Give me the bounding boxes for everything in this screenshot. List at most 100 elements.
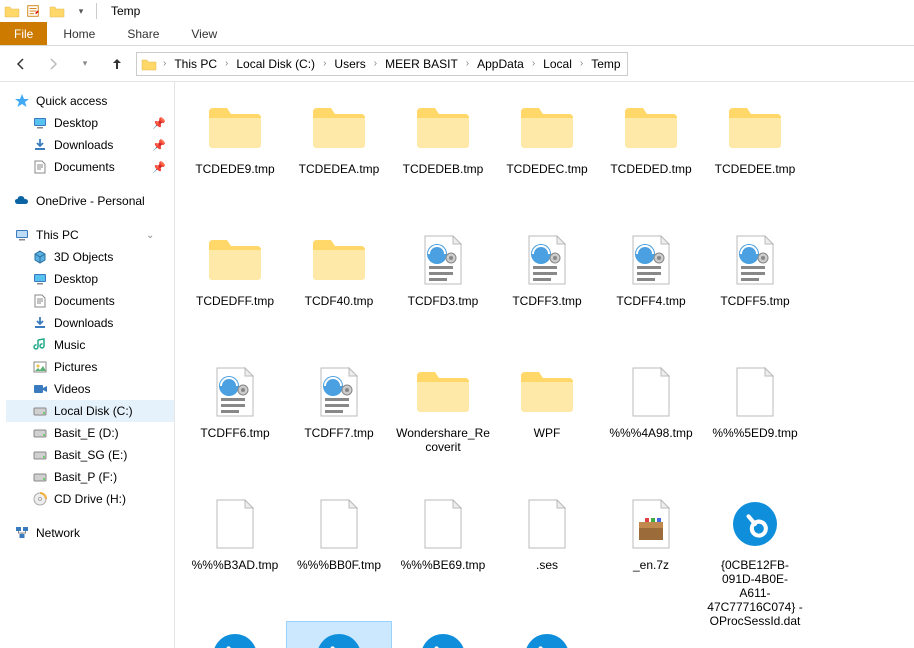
file-item[interactable]: .ses xyxy=(495,490,599,622)
sidebar-thispc-item[interactable]: Music xyxy=(6,334,174,356)
ribbon-tab-home[interactable]: Home xyxy=(47,22,111,45)
sidebar-label: OneDrive - Personal xyxy=(36,194,145,208)
breadcrumb-user[interactable]: MEER BASIT xyxy=(383,57,460,71)
chevron-icon[interactable]: › xyxy=(159,58,170,69)
file-item-label: TCDFF3.tmp xyxy=(512,294,581,308)
ribbon-tab-file[interactable]: File xyxy=(0,22,47,45)
chevron-icon[interactable]: › xyxy=(221,58,232,69)
file-item[interactable]: %%%B3AD.tmp xyxy=(183,490,287,622)
sidebar-network[interactable]: Network xyxy=(6,522,174,544)
file-item-label: TCDFF6.tmp xyxy=(200,426,269,440)
sidebar-item-label: Basit_P (F:) xyxy=(54,470,117,484)
file-item[interactable]: TCDFF4.tmp xyxy=(599,226,703,358)
sidebar-onedrive[interactable]: OneDrive - Personal xyxy=(6,190,174,212)
qat-newfolder-button[interactable] xyxy=(46,1,68,21)
sidebar-quick-item[interactable]: Documents 📌 xyxy=(6,156,174,178)
file-item[interactable]: {0CBE12FB-091D-4B0E-A611-47C77716C074} -… xyxy=(703,490,807,622)
sidebar-label: Network xyxy=(36,526,80,540)
drive-icon xyxy=(32,469,48,485)
sidebar-quick-item[interactable]: Downloads 📌 xyxy=(6,134,174,156)
ribbon-tab-view[interactable]: View xyxy=(175,22,233,45)
sidebar-quick-access[interactable]: Quick access xyxy=(6,90,174,112)
file-item[interactable]: %%%5ED9.tmp xyxy=(703,358,807,490)
file-item[interactable]: TCDEDE9.tmp xyxy=(183,94,287,226)
sidebar-thispc-item[interactable]: Local Disk (C:) xyxy=(6,400,174,422)
breadcrumb-temp[interactable]: Temp xyxy=(589,57,622,71)
blank-icon xyxy=(207,496,263,552)
ribbon-tab-share[interactable]: Share xyxy=(111,22,175,45)
nav-back-button[interactable] xyxy=(8,51,34,77)
pin-icon: 📌 xyxy=(152,117,166,130)
sidebar-thispc-item[interactable]: Basit_E (D:) xyxy=(6,422,174,444)
file-item[interactable]: TCDEDFF.tmp xyxy=(183,226,287,358)
file-item[interactable]: TCDFF7.tmp xyxy=(287,358,391,490)
breadcrumb-this-pc[interactable]: This PC xyxy=(172,57,219,71)
file-item[interactable]: _en.7z xyxy=(599,490,703,622)
breadcrumb-localdisk[interactable]: Local Disk (C:) xyxy=(234,57,317,71)
chevron-down-icon[interactable]: ⌄ xyxy=(146,230,154,241)
file-item-label: TCDFF7.tmp xyxy=(304,426,373,440)
sidebar-item-label: Desktop xyxy=(54,272,98,286)
nav-up-button[interactable] xyxy=(104,51,130,77)
file-item[interactable]: TCDEDEB.tmp xyxy=(391,94,495,226)
ribbon-tabs: File Home Share View xyxy=(0,22,914,46)
sidebar-thispc-item[interactable]: Downloads xyxy=(6,312,174,334)
file-item[interactable]: {0DDFC5A6-78FC-4C41-93A8-E2DA48E6E91D} -… xyxy=(183,622,287,648)
dat-icon xyxy=(415,628,471,648)
file-item[interactable]: TCDFF5.tmp xyxy=(703,226,807,358)
nav-recent-button[interactable]: ▾ xyxy=(72,51,98,77)
file-item[interactable]: %%%BE69.tmp xyxy=(391,490,495,622)
file-item[interactable]: TCDEDEC.tmp xyxy=(495,94,599,226)
star-icon xyxy=(14,93,30,109)
blank-icon xyxy=(415,496,471,552)
file-item[interactable]: {1A49410A-0968-4CDF-9821-53C537D1469C} -… xyxy=(495,622,599,648)
sidebar-thispc-item[interactable]: Basit_SG (E:) xyxy=(6,444,174,466)
sidebar-thispc-item[interactable]: Basit_P (F:) xyxy=(6,466,174,488)
file-item-label: .ses xyxy=(536,558,558,572)
chevron-icon[interactable]: › xyxy=(319,58,330,69)
file-item[interactable]: %%%4A98.tmp xyxy=(599,358,703,490)
file-item[interactable]: TCDEDEE.tmp xyxy=(703,94,807,226)
chevron-icon[interactable]: › xyxy=(462,58,473,69)
file-item[interactable]: {1A25893E-9FF8-46FC-8025-DB78C3BA6295} -… xyxy=(391,622,495,648)
items-view[interactable]: TCDEDE9.tmp TCDEDEA.tmp TCDEDEB.tmp TCDE… xyxy=(175,82,914,648)
chevron-icon[interactable]: › xyxy=(528,58,539,69)
file-item-label: %%%B3AD.tmp xyxy=(192,558,279,572)
file-item[interactable]: TCDFD3.tmp xyxy=(391,226,495,358)
breadcrumb-users[interactable]: Users xyxy=(332,57,367,71)
blank-icon xyxy=(519,496,575,552)
app-icon xyxy=(4,3,20,19)
chevron-icon[interactable]: › xyxy=(370,58,381,69)
file-item[interactable]: %%%BB0F.tmp xyxy=(287,490,391,622)
file-item[interactable]: TCDFF6.tmp xyxy=(183,358,287,490)
sidebar-thispc-item[interactable]: CD Drive (H:) xyxy=(6,488,174,510)
file-item[interactable]: TCDEDEA.tmp xyxy=(287,94,391,226)
file-item[interactable]: {01FD496D-5343-476C-80DC-0887D11D564C} -… xyxy=(287,622,391,648)
chevron-icon[interactable]: › xyxy=(576,58,587,69)
nav-forward-button[interactable] xyxy=(40,51,66,77)
qat-customize-button[interactable]: ▾ xyxy=(70,1,92,21)
videos-icon xyxy=(32,381,48,397)
dat-icon xyxy=(519,628,575,648)
sidebar-quick-item[interactable]: Desktop 📌 xyxy=(6,112,174,134)
sidebar-thispc-item[interactable]: Videos xyxy=(6,378,174,400)
file-item[interactable]: TCDEDED.tmp xyxy=(599,94,703,226)
sidebar-thispc-item[interactable]: 3D Objects xyxy=(6,246,174,268)
sidebar-thispc-item[interactable]: Documents xyxy=(6,290,174,312)
file-item[interactable]: TCDF40.tmp xyxy=(287,226,391,358)
qat-properties-button[interactable] xyxy=(22,1,44,21)
sidebar-this-pc[interactable]: This PC ⌄ xyxy=(6,224,174,246)
breadcrumb-appdata[interactable]: AppData xyxy=(475,57,526,71)
file-item[interactable]: Wondershare_Recoverit xyxy=(391,358,495,490)
pc-icon xyxy=(14,227,30,243)
file-item[interactable]: TCDFF3.tmp xyxy=(495,226,599,358)
breadcrumb-local[interactable]: Local xyxy=(541,57,574,71)
address-bar[interactable]: › This PC› Local Disk (C:)› Users› MEER … xyxy=(136,52,628,76)
folder-icon xyxy=(207,232,263,288)
breadcrumb-label: Local Disk (C:) xyxy=(236,57,315,71)
file-item[interactable]: WPF xyxy=(495,358,599,490)
sidebar-item-label: Basit_SG (E:) xyxy=(54,448,127,462)
sidebar-thispc-item[interactable]: Pictures xyxy=(6,356,174,378)
sidebar-thispc-item[interactable]: Desktop xyxy=(6,268,174,290)
file-item-label: TCDF40.tmp xyxy=(305,294,374,308)
